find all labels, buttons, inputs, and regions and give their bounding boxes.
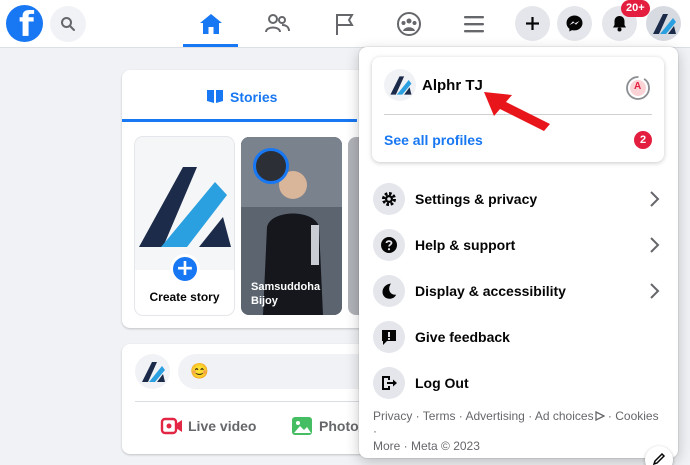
friends-icon[interactable] (263, 10, 291, 38)
logout-icon-circle (373, 367, 405, 399)
footer-separator: · (455, 409, 466, 423)
menu-item-label: Display & accessibility (415, 283, 566, 299)
gear-icon (382, 192, 396, 206)
chevron-right-icon (650, 237, 660, 253)
footer-separator: · (604, 409, 616, 423)
story-author-avatar (253, 148, 289, 184)
profile-avatar (384, 69, 416, 101)
dropdown-footer: Privacy · Terms · Advertising · Ad choic… (373, 409, 665, 454)
messenger-icon (566, 15, 583, 32)
create-button[interactable] (515, 6, 550, 41)
footer-separator: · (373, 424, 377, 438)
home-icon[interactable] (197, 10, 225, 38)
more-link[interactable]: More (373, 439, 400, 453)
book-icon (207, 90, 223, 103)
profiles-count-badge: 2 (634, 131, 652, 149)
moon-icon (382, 283, 397, 299)
menu-item-log-out[interactable]: Log Out (367, 361, 670, 405)
create-story-card[interactable]: + Create story (135, 137, 234, 315)
create-story-label: Create story (149, 290, 220, 304)
feedback-icon (382, 330, 396, 345)
menu-item-label: Log Out (415, 375, 469, 391)
moon-icon-circle (373, 275, 405, 307)
footer-separator: · (412, 409, 423, 423)
search-button[interactable] (50, 6, 86, 42)
facebook-logo-letter: f (19, 5, 34, 45)
menu-item-label: Help & support (415, 237, 516, 253)
menu-item-give-feedback[interactable]: Give feedback (367, 315, 670, 359)
search-icon (61, 17, 75, 31)
feedback-icon-circle (373, 321, 405, 353)
facebook-logo[interactable]: f (6, 5, 43, 45)
live-video-label: Live video (188, 418, 257, 434)
photo-video-button[interactable]: Photo/ (290, 414, 363, 441)
tab-stories[interactable]: Stories (122, 70, 357, 122)
copyright-text: Meta © 2023 (411, 439, 480, 453)
home-tab-active-indicator (183, 44, 238, 47)
question-icon-circle (373, 229, 405, 261)
create-story-image (135, 137, 234, 270)
cookies-link[interactable]: Cookies (615, 409, 658, 423)
footer-separator: · (524, 409, 535, 423)
alphr-logo-image (139, 167, 231, 247)
account-avatar-button[interactable] (646, 6, 681, 41)
menu-item-label: Give feedback (415, 329, 510, 345)
alphr-logo-icon (390, 76, 412, 95)
see-all-profiles-link[interactable]: See all profiles (384, 132, 483, 148)
whats-on-your-mind-input[interactable]: 😊 (178, 354, 368, 389)
red-arrow-annotation-icon (484, 92, 550, 131)
tab-stories-label: Stories (230, 89, 278, 105)
groups-icon[interactable] (395, 10, 423, 38)
menu-item-help-support[interactable]: Help & support (367, 223, 670, 267)
menu-item-label: Settings & privacy (415, 191, 538, 207)
chevron-right-icon (650, 191, 660, 207)
photo-video-label: Photo/ (319, 418, 363, 434)
composer-divider (135, 401, 367, 402)
switch-profile-initial: A (634, 81, 642, 92)
composer-avatar (135, 354, 170, 389)
switch-profile-button[interactable]: A (625, 75, 651, 101)
emoji-icon: 😊 (190, 363, 209, 380)
alphr-logo-icon (653, 14, 676, 34)
ad-choices-icon (594, 410, 606, 422)
question-icon (381, 237, 397, 253)
stories-card: Stories + Create story Samsuddoha Bijoy (122, 70, 367, 328)
menu-icon[interactable] (460, 10, 488, 38)
footer-separator: · (400, 439, 412, 453)
story-card[interactable]: Samsuddoha Bijoy (241, 137, 342, 315)
menu-item-settings-privacy[interactable]: Settings & privacy (367, 177, 670, 221)
terms-link[interactable]: Terms (423, 409, 456, 423)
logout-icon (382, 376, 397, 390)
photo-icon (292, 417, 312, 435)
messenger-button[interactable] (557, 6, 592, 41)
menu-item-display-accessibility[interactable]: Display & accessibility (367, 269, 670, 313)
bell-icon (613, 16, 626, 32)
privacy-link[interactable]: Privacy (373, 409, 412, 423)
notification-count-badge: 20+ (621, 0, 650, 17)
profile-name[interactable]: Alphr TJ (422, 77, 483, 94)
alphr-logo-icon (142, 362, 165, 382)
ad-choices-link[interactable]: Ad choices (535, 409, 594, 423)
gear-icon-circle (373, 183, 405, 215)
edit-icon (652, 452, 666, 465)
live-video-button[interactable]: Live video (160, 414, 256, 441)
create-story-plus-icon: + (170, 254, 200, 284)
plus-icon (526, 17, 539, 30)
post-composer-card: 😊 Live video Photo/ (122, 344, 368, 454)
pages-flag-icon[interactable] (331, 10, 359, 38)
chevron-right-icon (650, 283, 660, 299)
story-author-name: Samsuddoha Bijoy (251, 281, 321, 307)
advertising-link[interactable]: Advertising (465, 409, 524, 423)
top-navigation-bar: f 20+ (0, 0, 690, 48)
live-video-icon (160, 417, 182, 435)
